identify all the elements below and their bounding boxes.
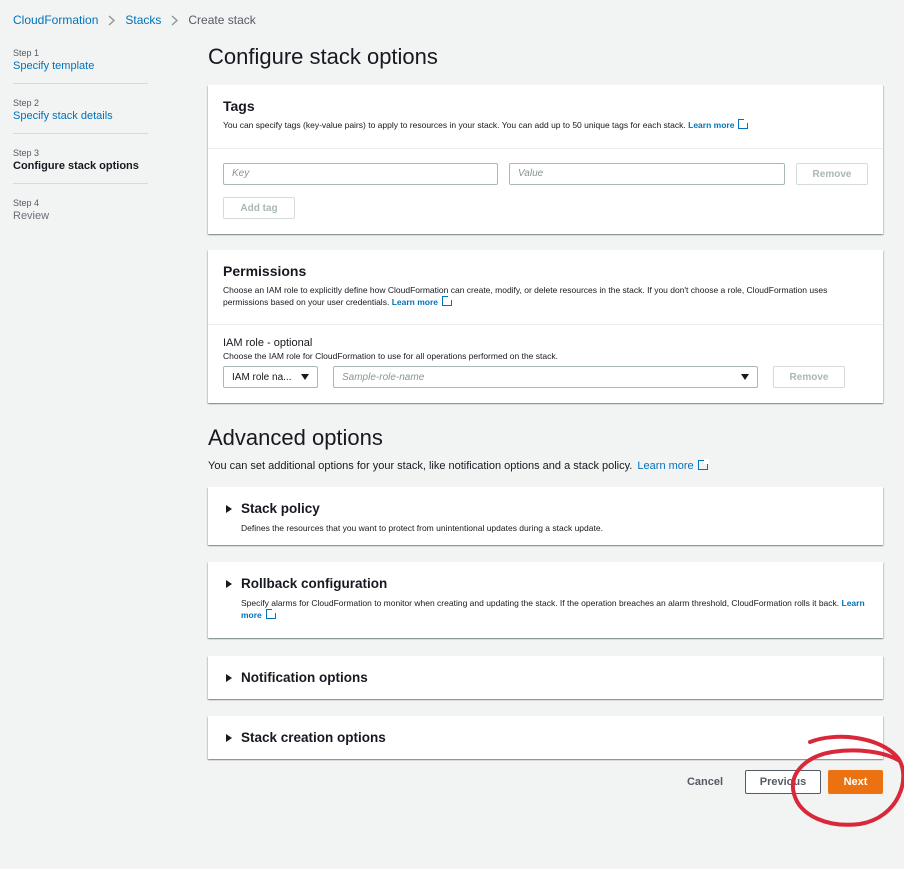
step-number: Step 4 (13, 198, 40, 208)
external-link-icon (738, 118, 750, 129)
step-link-specify-template[interactable]: Specify template (13, 60, 148, 72)
stack-policy-title: Stack policy (241, 501, 320, 516)
caret-down-icon (741, 374, 749, 380)
divider (208, 324, 883, 325)
wizard-step-2: Step 2 Specify stack details (13, 98, 148, 134)
stack-creation-options-title: Stack creation options (241, 730, 386, 745)
wizard-step-4: Step 4 Review (13, 198, 148, 233)
notification-options-title: Notification options (241, 670, 368, 685)
chevron-right-icon (171, 15, 179, 26)
rollback-configuration-description: Specify alarms for CloudFormation to mon… (241, 597, 868, 621)
add-tag-button[interactable]: Add tag (223, 197, 295, 219)
step-number: Step 2 (13, 98, 40, 108)
iam-role-remove-button[interactable]: Remove (773, 366, 845, 388)
external-link-icon (265, 608, 277, 619)
caret-right-icon (226, 733, 232, 742)
external-link-icon (441, 295, 453, 306)
tags-description-text: You can specify tags (key-value pairs) t… (223, 120, 686, 130)
next-button[interactable]: Next (828, 770, 883, 794)
wizard-step-3: Step 3 Configure stack options (13, 148, 148, 184)
advanced-options-description: You can set additional options for your … (208, 459, 709, 472)
step-current-configure-stack-options: Configure stack options (13, 160, 139, 172)
breadcrumb-create-stack: Create stack (188, 13, 256, 27)
tag-key-input[interactable]: Key (223, 163, 498, 185)
tags-panel: Tags You can specify tags (key-value pai… (208, 85, 883, 234)
advanced-options-title: Advanced options (208, 425, 383, 450)
step-number: Step 3 (13, 148, 40, 158)
rollback-configuration-toggle[interactable]: Rollback configuration (226, 576, 868, 591)
cancel-button[interactable]: Cancel (678, 770, 732, 794)
breadcrumb-cloudformation[interactable]: CloudFormation (13, 13, 98, 27)
permissions-panel: Permissions Choose an IAM role to explic… (208, 250, 883, 403)
breadcrumb: CloudFormation Stacks Create stack (13, 13, 256, 27)
rollback-configuration-description-text: Specify alarms for CloudFormation to mon… (241, 598, 840, 608)
permissions-learn-more-link[interactable]: Learn more (392, 297, 438, 307)
iam-role-type-value: IAM role na... (232, 371, 292, 383)
caret-right-icon (226, 673, 232, 682)
caret-right-icon (226, 504, 232, 513)
permissions-description-text: Choose an IAM role to explicitly define … (223, 285, 828, 307)
iam-role-label: IAM role - optional (223, 337, 313, 349)
tags-description: You can specify tags (key-value pairs) t… (223, 118, 868, 131)
permissions-title: Permissions (223, 263, 307, 279)
page-title: Configure stack options (208, 44, 438, 69)
step-link-specify-stack-details[interactable]: Specify stack details (13, 110, 148, 122)
caret-right-icon (226, 579, 232, 588)
advanced-options-learn-more-link[interactable]: Learn more (637, 460, 693, 472)
rollback-configuration-title: Rollback configuration (241, 576, 388, 591)
wizard-step-1: Step 1 Specify template (13, 48, 148, 84)
stack-creation-options-section: Stack creation options (208, 716, 883, 759)
permissions-description: Choose an IAM role to explicitly define … (223, 284, 868, 308)
notification-options-toggle[interactable]: Notification options (226, 670, 868, 685)
notification-options-section: Notification options (208, 656, 883, 699)
step-review: Review (13, 210, 50, 222)
stack-creation-options-toggle[interactable]: Stack creation options (226, 730, 868, 745)
divider (208, 148, 883, 149)
tags-learn-more-link[interactable]: Learn more (688, 120, 734, 130)
stack-policy-section: Stack policy Defines the resources that … (208, 487, 883, 545)
external-link-icon (697, 459, 709, 470)
tag-remove-button[interactable]: Remove (796, 163, 868, 185)
stack-policy-toggle[interactable]: Stack policy (226, 501, 868, 516)
advanced-options-description-text: You can set additional options for your … (208, 460, 633, 472)
previous-button[interactable]: Previous (745, 770, 821, 794)
iam-role-name-placeholder: Sample-role-name (342, 371, 425, 383)
caret-down-icon (301, 374, 309, 380)
iam-role-name-select[interactable]: Sample-role-name (333, 366, 758, 388)
stack-policy-description: Defines the resources that you want to p… (241, 523, 603, 533)
iam-role-type-select[interactable]: IAM role na... (223, 366, 318, 388)
iam-role-hint: Choose the IAM role for CloudFormation t… (223, 351, 558, 361)
tags-title: Tags (223, 98, 255, 114)
step-number: Step 1 (13, 48, 40, 58)
wizard-steps: Step 1 Specify template Step 2 Specify s… (13, 48, 148, 247)
rollback-configuration-section: Rollback configuration Specify alarms fo… (208, 562, 883, 638)
chevron-right-icon (108, 15, 116, 26)
breadcrumb-stacks[interactable]: Stacks (125, 13, 161, 27)
tag-value-input[interactable]: Value (509, 163, 785, 185)
